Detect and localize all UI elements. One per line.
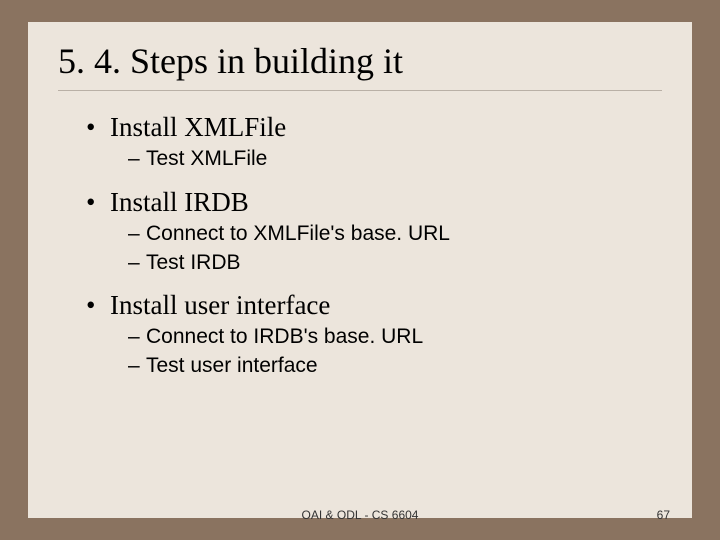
bullet-level2: Connect to XMLFile's base. URL (128, 220, 662, 248)
bullet-level1: Install XMLFile (86, 109, 662, 145)
bullet-level2: Test user interface (128, 352, 662, 380)
slide-body: Install XMLFile Test XMLFile Install IRD… (58, 109, 662, 380)
bullet-level2: Test XMLFile (128, 145, 662, 173)
page-number: 67 (657, 508, 670, 522)
slide: 5. 4. Steps in building it Install XMLFi… (28, 22, 692, 518)
footer-course: OAI & ODL - CS 6604 (28, 508, 692, 522)
bullet-level2: Connect to IRDB's base. URL (128, 323, 662, 351)
bullet-level1: Install user interface (86, 287, 662, 323)
slide-title: 5. 4. Steps in building it (58, 40, 662, 91)
bullet-level2: Test IRDB (128, 249, 662, 277)
bullet-level1: Install IRDB (86, 184, 662, 220)
